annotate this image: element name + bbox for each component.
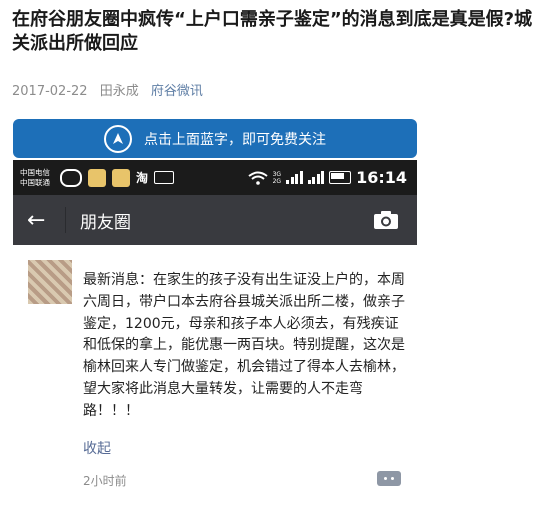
carrier-label: 中国电信 中国联通 <box>20 168 56 188</box>
author-name: 田永成 <box>99 84 139 99</box>
account-link[interactable]: 府谷微讯 <box>151 84 203 99</box>
signal-bars-icon <box>307 171 325 184</box>
phone-screenshot: 中国电信 中国联通 淘 3G 2G 16:14 ← 朋友圈 最新消息：在家生的孩… <box>13 160 417 509</box>
moments-title: 朋友圈 <box>80 212 131 233</box>
post-text: 最新消息：在家生的孩子没有出生证没上户的，本周六周日，带户口本去府谷县城关派出所… <box>83 272 405 419</box>
navigation-arrow-icon <box>104 124 132 153</box>
article-title: 在府谷朋友圈中疯传“上户口需亲子鉴定”的消息到底是真是假?城关派出所做回应 <box>12 9 533 54</box>
moments-post: 最新消息：在家生的孩子没有出生证没上户的，本周六周日，带户口本去府谷县城关派出所… <box>13 245 417 509</box>
network-type-label: 3G 2G <box>273 171 281 185</box>
taobao-icon: 淘 <box>136 171 149 185</box>
carrier-line-1: 中国电信 <box>20 167 50 177</box>
header-divider <box>65 207 66 233</box>
clock-time: 16:14 <box>356 168 407 187</box>
post-time: 2小时前 <box>83 474 127 488</box>
carrier-line-2: 中国联通 <box>20 177 50 187</box>
emoji-app-icon <box>112 168 130 187</box>
collapse-link[interactable]: 收起 <box>83 438 111 458</box>
network-2g: 2G <box>272 177 282 185</box>
comment-icon[interactable] <box>377 471 401 486</box>
article-meta: 2017-02-22 田永成 府谷微讯 <box>12 80 211 99</box>
network-3g: 3G <box>272 170 282 178</box>
publish-date: 2017-02-22 <box>12 84 88 99</box>
follow-banner-text: 点击上面蓝字，即可免费关注 <box>144 131 326 148</box>
chat-bubble-icon <box>60 168 82 187</box>
back-arrow-icon[interactable]: ← <box>27 208 51 233</box>
signal-bars-icon <box>286 171 303 184</box>
wechat-header: ← 朋友圈 <box>13 195 417 245</box>
battery-icon <box>329 171 352 184</box>
camera-icon[interactable] <box>373 210 399 230</box>
wifi-icon <box>247 171 268 185</box>
status-bar: 中国电信 中国联通 淘 3G 2G 16:14 <box>13 160 417 195</box>
emoji-app-icon <box>88 168 106 187</box>
follow-banner[interactable]: 点击上面蓝字，即可免费关注 <box>13 119 417 158</box>
avatar[interactable] <box>28 260 72 304</box>
keyboard-icon <box>154 171 175 184</box>
